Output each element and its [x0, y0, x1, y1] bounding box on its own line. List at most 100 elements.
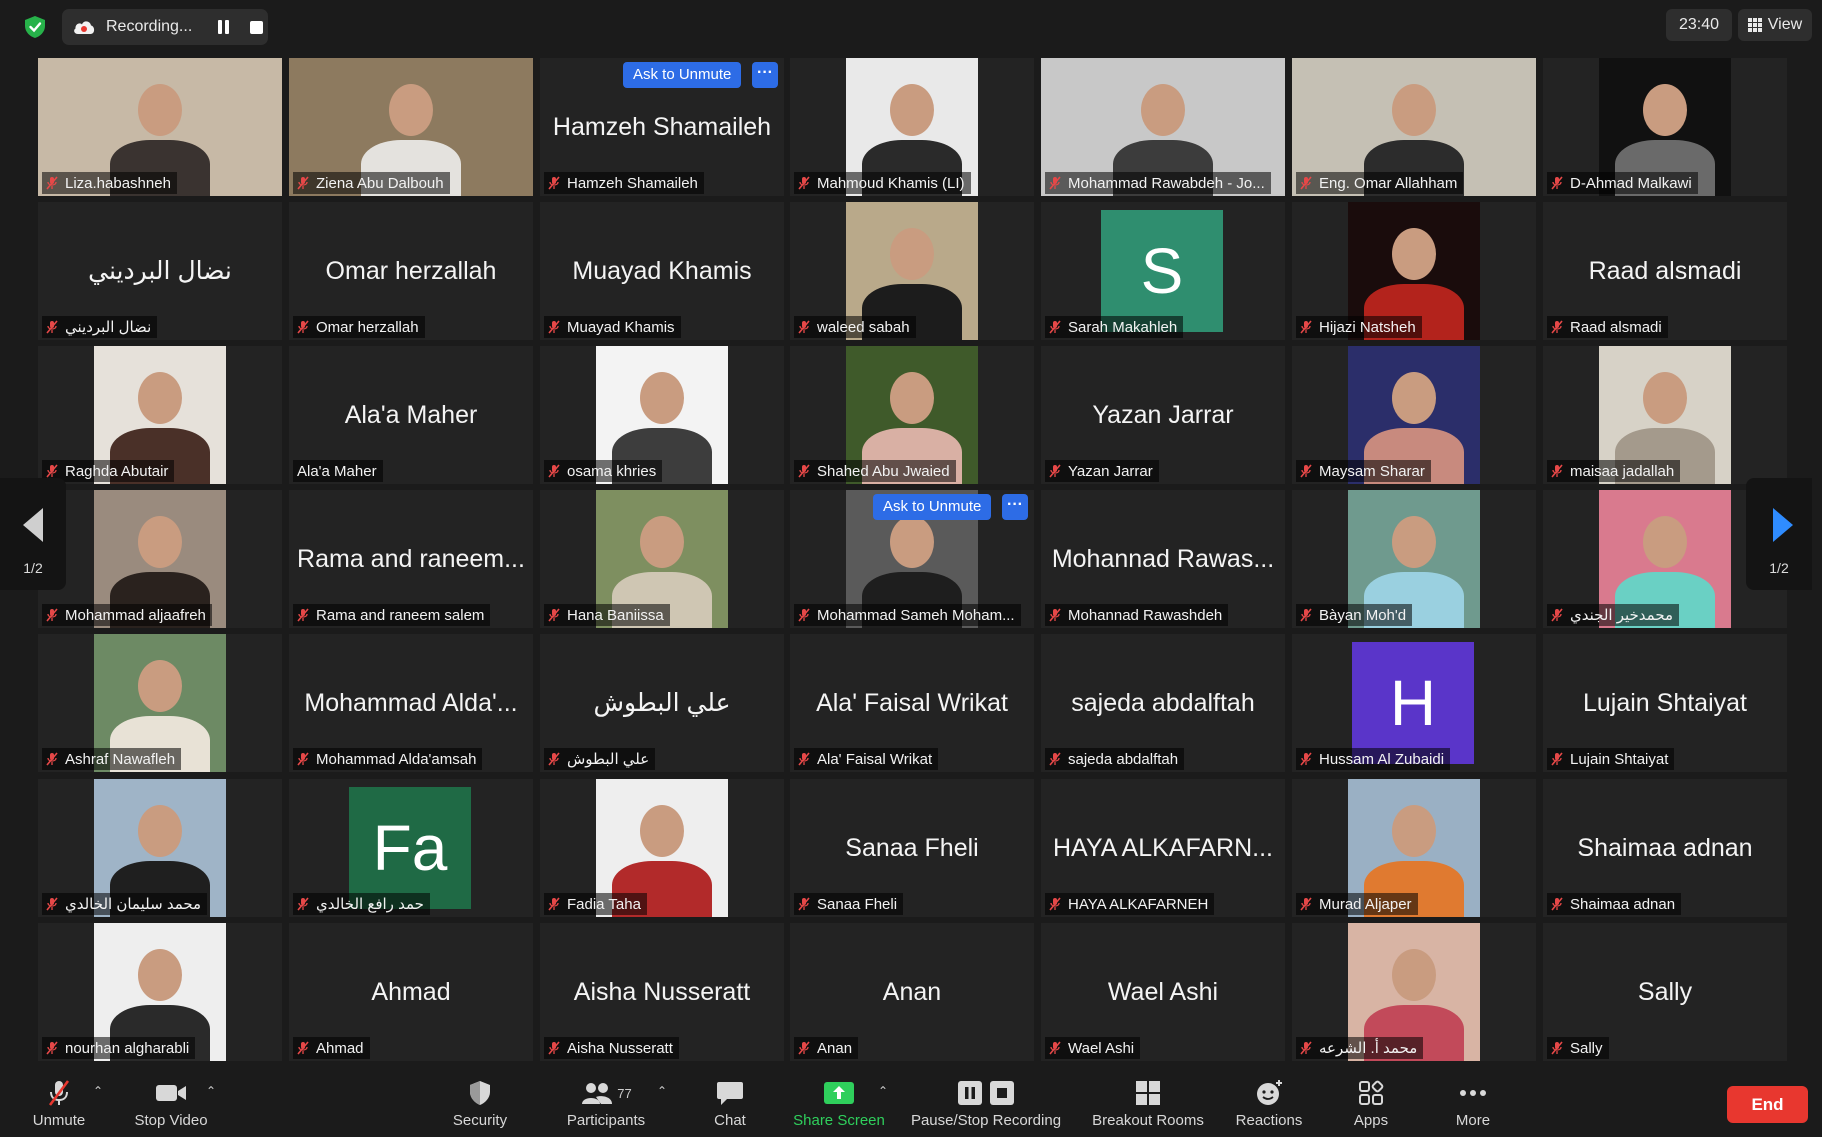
participant-tile[interactable]: Rama and raneem... Rama and raneem salem	[289, 490, 533, 628]
name-tag: Bàyan Moh'd	[1296, 604, 1413, 626]
participant-tile[interactable]: Raad alsmadi Raad alsmadi	[1543, 202, 1787, 340]
participant-tile[interactable]: Ashraf Nawafleh	[38, 634, 282, 772]
participant-tile[interactable]: Ziena Abu Dalbouh	[289, 58, 533, 196]
participant-tile[interactable]: HAYA ALKAFARN... HAYA ALKAFARNEH	[1041, 779, 1285, 917]
reactions-button[interactable]: Reactions	[1228, 1078, 1310, 1134]
name-tag: Liza.habashneh	[42, 172, 177, 194]
participant-tile[interactable]: Shaimaa adnan Shaimaa adnan	[1543, 779, 1787, 917]
participants-caret-icon[interactable]: ⌃	[657, 1084, 667, 1098]
participant-tile[interactable]: S Sarah Makahleh	[1041, 202, 1285, 340]
participant-tile[interactable]: Ala'a Maher Ala'a Maher	[289, 346, 533, 484]
muted-mic-icon	[1551, 897, 1563, 911]
participant-tile[interactable]: Hijazi Natsheh	[1292, 202, 1536, 340]
participant-tile[interactable]: Aisha Nusseratt Aisha Nusseratt	[540, 923, 784, 1061]
participant-name: Liza.habashneh	[65, 174, 171, 192]
muted-mic-icon	[1049, 176, 1061, 190]
participant-tile[interactable]: sajeda abdalftah sajeda abdalftah	[1041, 634, 1285, 772]
pause-stop-recording-button[interactable]: Pause/Stop Recording	[906, 1078, 1066, 1134]
participant-tile[interactable]: Hana Baniissa	[540, 490, 784, 628]
participant-tile[interactable]: Mohannad Rawas... Mohannad Rawashdeh	[1041, 490, 1285, 628]
face-shape	[640, 516, 684, 568]
participant-tile[interactable]: نضال البرديني نضال البرديني	[38, 202, 282, 340]
muted-mic-icon	[1551, 1041, 1563, 1055]
muted-mic-icon	[297, 176, 309, 190]
participant-name: Raghda Abutair	[65, 462, 169, 480]
name-tag: Raad alsmadi	[1547, 316, 1668, 338]
participant-tile[interactable]: Wael Ashi Wael Ashi	[1041, 923, 1285, 1061]
participant-tile[interactable]: Ahmad Ahmad	[289, 923, 533, 1061]
participant-tile[interactable]: Maysam Sharar	[1292, 346, 1536, 484]
share-options-caret-icon[interactable]: ⌃	[878, 1084, 888, 1098]
muted-mic-icon	[297, 1041, 309, 1055]
participant-tile[interactable]: maisaa jadallah	[1543, 346, 1787, 484]
face-shape	[640, 372, 684, 424]
participant-name: Hamzeh Shamaileh	[567, 174, 698, 192]
stop-video-button[interactable]: Stop Video	[126, 1078, 216, 1134]
participant-tile[interactable]: Murad Aljaper	[1292, 779, 1536, 917]
audio-options-caret-icon[interactable]: ⌃	[93, 1084, 103, 1098]
share-screen-label: Share Screen	[793, 1112, 885, 1129]
muted-mic-icon	[1049, 320, 1061, 334]
name-tag: Shahed Abu Jwaied	[794, 460, 956, 482]
participant-name: Aisha Nusseratt	[567, 1039, 673, 1057]
participant-tile[interactable]: waleed sabah	[790, 202, 1034, 340]
participant-tile[interactable]: Sanaa Fheli Sanaa Fheli	[790, 779, 1034, 917]
participant-tile[interactable]: Sally Sally	[1543, 923, 1787, 1061]
breakout-rooms-button[interactable]: Breakout Rooms	[1086, 1078, 1210, 1134]
share-screen-icon	[824, 1082, 854, 1104]
participant-tile[interactable]: Ala' Faisal Wrikat Ala' Faisal Wrikat	[790, 634, 1034, 772]
apps-button[interactable]: Apps	[1344, 1078, 1398, 1134]
share-screen-button[interactable]: Share Screen	[790, 1078, 888, 1134]
name-tag: Yazan Jarrar	[1045, 460, 1159, 482]
name-tag: Mohammad aljaafreh	[42, 604, 212, 626]
participant-tile[interactable]: Muayad Khamis Muayad Khamis	[540, 202, 784, 340]
participant-tile[interactable]: Fadia Taha	[540, 779, 784, 917]
face-shape	[640, 805, 684, 857]
participant-tile[interactable]: Eng. Omar Allahham	[1292, 58, 1536, 196]
participant-tile[interactable]: علي البطوش علي البطوش	[540, 634, 784, 772]
participant-tile[interactable]: Lujain Shtaiyat Lujain Shtaiyat	[1543, 634, 1787, 772]
ask-to-unmute-button[interactable]: Ask to Unmute	[623, 62, 742, 88]
participant-tile[interactable]: D-Ahmad Malkawi	[1543, 58, 1787, 196]
participant-tile[interactable]: Mohammad Sameh Moham... Ask to Unmute ···	[790, 490, 1034, 628]
video-options-caret-icon[interactable]: ⌃	[206, 1084, 216, 1098]
participant-tile[interactable]: Hamzeh Shamaileh Hamzeh Shamaileh Ask to U…	[540, 58, 784, 196]
participants-button[interactable]: 77 Participants	[556, 1078, 656, 1134]
page-indicator-left: 1/2	[23, 560, 43, 576]
participant-tile[interactable]: H Hussam Al Zubaidi	[1292, 634, 1536, 772]
security-button[interactable]: Security	[440, 1078, 520, 1134]
participant-name: Fadia Taha	[567, 895, 641, 913]
tile-more-options-button[interactable]: ···	[1002, 494, 1028, 520]
name-tag: Mohammad Rawabdeh - Jo...	[1045, 172, 1271, 194]
participant-tile[interactable]: Liza.habashneh	[38, 58, 282, 196]
muted-mic-icon	[798, 464, 810, 478]
participant-tile[interactable]: nourhan algharabli	[38, 923, 282, 1061]
participant-tile[interactable]: Mohammad Alda'... Mohammad Alda'amsah	[289, 634, 533, 772]
participant-tile[interactable]: Omar herzallah Omar herzallah	[289, 202, 533, 340]
tile-more-options-button[interactable]: ···	[752, 62, 778, 88]
participant-tile[interactable]: Mohammad Rawabdeh - Jo...	[1041, 58, 1285, 196]
participant-tile[interactable]: محمد أ. الشرعه	[1292, 923, 1536, 1061]
ask-to-unmute-button[interactable]: Ask to Unmute	[873, 494, 992, 520]
name-tag: محمد أ. الشرعه	[1296, 1037, 1424, 1059]
participant-tile[interactable]: Yazan Jarrar Yazan Jarrar	[1041, 346, 1285, 484]
name-tag: حمد رافع الخالدي	[293, 893, 430, 915]
participant-tile[interactable]: Mahmoud Khamis (LI)	[790, 58, 1034, 196]
participant-tile[interactable]: osama khries	[540, 346, 784, 484]
participant-tile[interactable]: Raghda Abutair	[38, 346, 282, 484]
name-tag: Omar herzallah	[293, 316, 425, 338]
participant-tile[interactable]: محمد سليمان الخالدي	[38, 779, 282, 917]
next-page-button[interactable]: 1/2	[1746, 478, 1812, 590]
participant-tile[interactable]: Fa حمد رافع الخالدي	[289, 779, 533, 917]
chat-button[interactable]: Chat	[700, 1078, 760, 1134]
participant-tile[interactable]: Shahed Abu Jwaied	[790, 346, 1034, 484]
previous-page-button[interactable]: 1/2	[0, 478, 66, 590]
unmute-button[interactable]: Unmute	[20, 1078, 98, 1134]
participants-count: 77	[617, 1085, 632, 1101]
end-meeting-button[interactable]: End	[1727, 1086, 1808, 1123]
participant-tile[interactable]: Anan Anan	[790, 923, 1034, 1061]
participant-name: maisaa jadallah	[1570, 462, 1675, 480]
participant-tile[interactable]: Mohammad aljaafreh	[38, 490, 282, 628]
participant-tile[interactable]: Bàyan Moh'd	[1292, 490, 1536, 628]
more-button[interactable]: More	[1448, 1078, 1498, 1134]
